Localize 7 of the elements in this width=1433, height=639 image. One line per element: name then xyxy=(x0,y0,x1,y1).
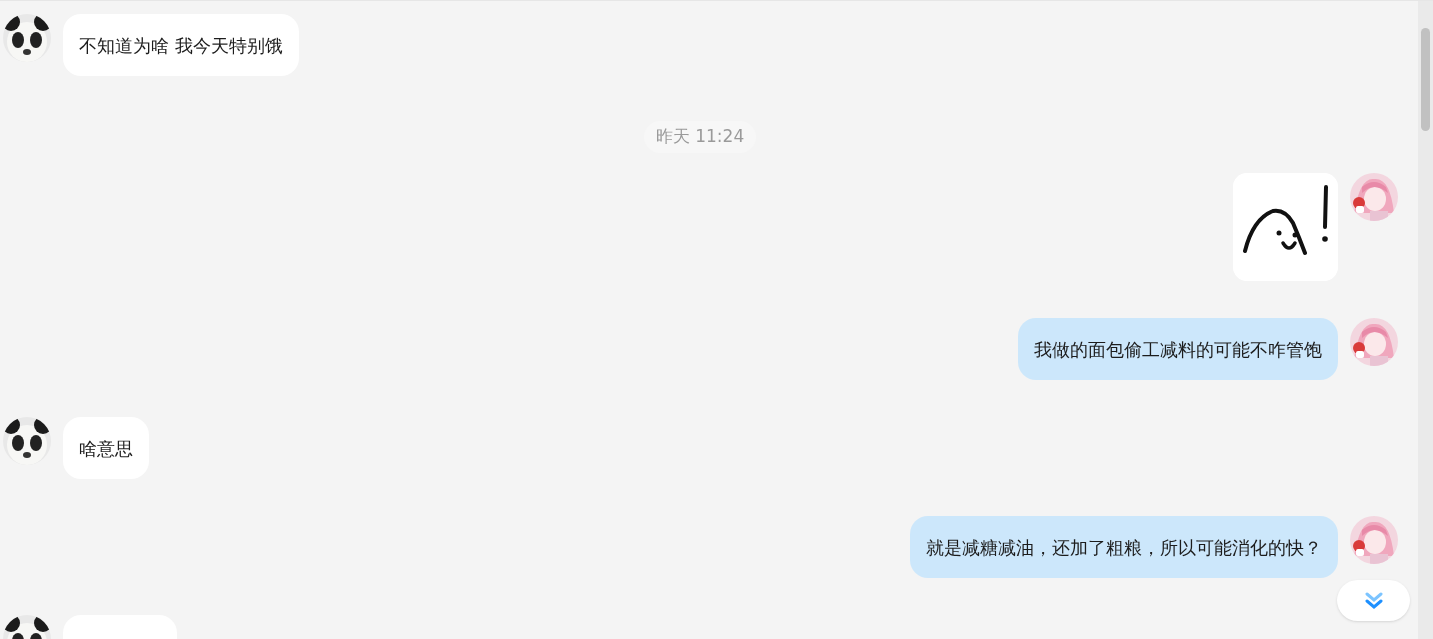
double-chevron-down-icon xyxy=(1364,590,1383,611)
scroll-to-bottom-button[interactable] xyxy=(1337,580,1410,621)
message-bubble: 不知道为啥 我今天特别饿 xyxy=(63,14,299,76)
message-bubble: 我做的面包偷工减料的可能不咋管饱 xyxy=(1018,318,1338,380)
scrollbar-thumb[interactable] xyxy=(1421,28,1430,131)
message-bubble: 啥意思 xyxy=(63,417,149,479)
message-bubble: 就是减糖减油，还加了粗粮，所以可能消化的快？ xyxy=(910,516,1338,578)
